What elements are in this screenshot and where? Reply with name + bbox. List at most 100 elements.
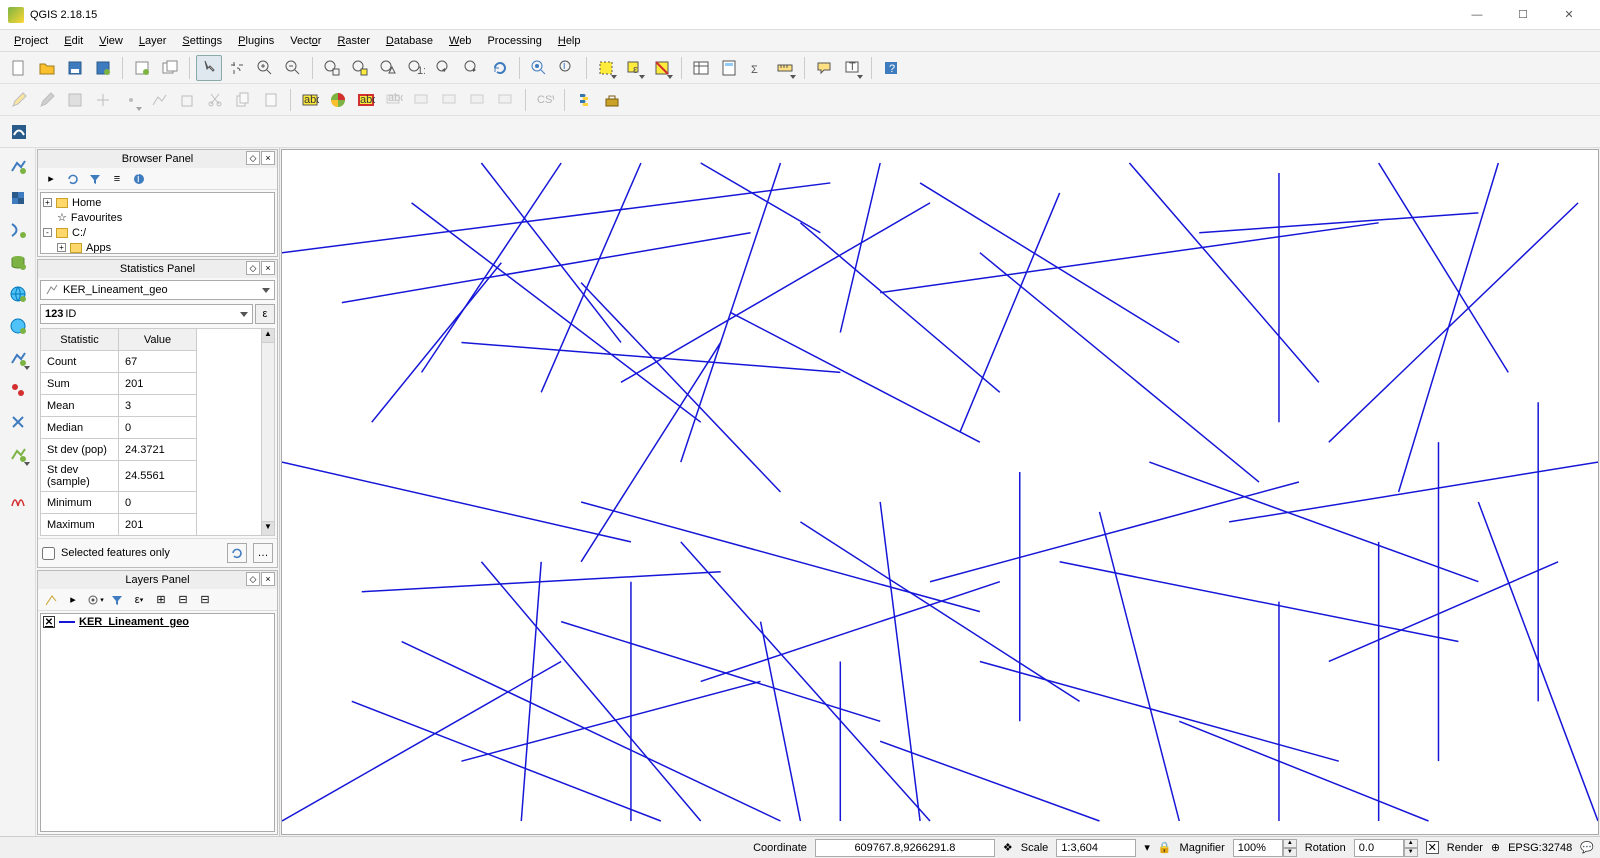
composer-manager-button[interactable] bbox=[157, 55, 183, 81]
save-project-button[interactable] bbox=[62, 55, 88, 81]
expand-icon[interactable]: + bbox=[43, 198, 52, 207]
menu-raster[interactable]: Raster bbox=[329, 33, 377, 49]
toggle-editing-button[interactable] bbox=[6, 87, 32, 113]
layers-tree[interactable]: ✕ KER_Lineament_geo bbox=[40, 613, 275, 832]
add-wms-button[interactable] bbox=[4, 280, 32, 308]
stats-row[interactable]: Sum201 bbox=[41, 373, 197, 395]
statistics-button[interactable]: Σ bbox=[744, 55, 770, 81]
add-feature-button[interactable] bbox=[90, 87, 116, 113]
zoom-to-selection-button[interactable] bbox=[347, 55, 373, 81]
menu-settings[interactable]: Settings bbox=[174, 33, 230, 49]
select-button[interactable] bbox=[593, 55, 619, 81]
cut-button[interactable] bbox=[202, 87, 228, 113]
zoom-native-button[interactable]: 1:1 bbox=[403, 55, 429, 81]
stats-row[interactable]: St dev (pop)24.3721 bbox=[41, 439, 197, 461]
stats-row[interactable]: Minimum0 bbox=[41, 492, 197, 514]
add-raster-button[interactable] bbox=[4, 184, 32, 212]
identify-features-button[interactable]: i bbox=[554, 55, 580, 81]
edit-button[interactable] bbox=[34, 87, 60, 113]
stats-header-stat[interactable]: Statistic bbox=[41, 329, 119, 351]
grass-button[interactable] bbox=[4, 486, 32, 514]
zoom-next-button[interactable] bbox=[459, 55, 485, 81]
save-edits-button[interactable] bbox=[62, 87, 88, 113]
show-label-button[interactable] bbox=[409, 87, 435, 113]
menu-database[interactable]: Database bbox=[378, 33, 441, 49]
highlight-label-button[interactable]: abc bbox=[353, 87, 379, 113]
measure-button[interactable] bbox=[772, 55, 798, 81]
tree-favourites[interactable]: Favourites bbox=[71, 212, 122, 224]
lock-icon[interactable]: 🔒 bbox=[1158, 841, 1172, 854]
filter-layers-icon[interactable] bbox=[108, 591, 126, 609]
pan-to-selection-button[interactable] bbox=[224, 55, 250, 81]
crs-icon[interactable]: ⊕ bbox=[1491, 841, 1500, 854]
python-console-button[interactable] bbox=[571, 87, 597, 113]
tree-home[interactable]: Home bbox=[72, 197, 101, 209]
stats-header-val[interactable]: Value bbox=[119, 329, 197, 351]
undock-icon[interactable]: ◇ bbox=[246, 151, 260, 165]
add-postgis-button[interactable] bbox=[4, 376, 32, 404]
add-mssql-button[interactable] bbox=[4, 408, 32, 436]
stats-row[interactable]: Maximum201 bbox=[41, 514, 197, 536]
tree-apps[interactable]: Apps bbox=[86, 242, 111, 254]
help-button[interactable]: ? bbox=[878, 55, 904, 81]
menu-plugins[interactable]: Plugins bbox=[230, 33, 282, 49]
extents-icon[interactable]: ❖ bbox=[1003, 841, 1013, 854]
selected-only-checkbox[interactable] bbox=[42, 547, 55, 560]
spin-down[interactable]: ▼ bbox=[1283, 848, 1297, 857]
add-layer-icon[interactable]: ▸ bbox=[42, 170, 60, 188]
layer-checkbox[interactable]: ✕ bbox=[43, 616, 55, 628]
undock-icon[interactable]: ◇ bbox=[246, 572, 260, 586]
add-spatialite-button[interactable] bbox=[4, 248, 32, 276]
select-by-expression-button[interactable]: ε bbox=[621, 55, 647, 81]
spin-down[interactable]: ▼ bbox=[1404, 848, 1418, 857]
abc-label-button[interactable]: abc bbox=[297, 87, 323, 113]
expression-button[interactable]: ε bbox=[255, 304, 275, 324]
expand-icon[interactable]: + bbox=[57, 243, 66, 252]
map-canvas[interactable] bbox=[281, 149, 1599, 835]
zoom-out-button[interactable] bbox=[280, 55, 306, 81]
rotate-label-button[interactable] bbox=[465, 87, 491, 113]
collapse-icon[interactable]: - bbox=[43, 228, 52, 237]
deselect-button[interactable] bbox=[649, 55, 675, 81]
save-as-button[interactable] bbox=[90, 55, 116, 81]
maximize-button[interactable]: ☐ bbox=[1500, 0, 1546, 30]
zoom-last-button[interactable] bbox=[431, 55, 457, 81]
delete-selected-button[interactable] bbox=[174, 87, 200, 113]
spin-up[interactable]: ▲ bbox=[1404, 839, 1418, 848]
close-panel-icon[interactable]: × bbox=[261, 151, 275, 165]
stats-row[interactable]: Count67 bbox=[41, 351, 197, 373]
map-tips-button[interactable] bbox=[811, 55, 837, 81]
stats-panel-header[interactable]: Statistics Panel ◇× bbox=[38, 260, 277, 278]
csw-button[interactable]: CSW bbox=[532, 87, 558, 113]
browser-tree[interactable]: +Home ☆Favourites -C:/ +Apps +Dell bbox=[40, 192, 275, 254]
expand-all-icon[interactable]: ⊞ bbox=[152, 591, 170, 609]
move-feature-button[interactable] bbox=[118, 87, 144, 113]
undock-icon[interactable]: ◇ bbox=[246, 261, 260, 275]
style-icon[interactable] bbox=[42, 591, 60, 609]
magnifier-field[interactable]: 100% bbox=[1233, 839, 1283, 857]
add-wcs-button[interactable] bbox=[4, 312, 32, 340]
tree-drive[interactable]: C:/ bbox=[72, 227, 86, 239]
add-group-icon[interactable]: ▸ bbox=[64, 591, 82, 609]
spin-up[interactable]: ▲ bbox=[1283, 839, 1297, 848]
expression-filter-icon[interactable]: ε▾ bbox=[130, 591, 148, 609]
remove-layer-icon[interactable]: ⊟ bbox=[196, 591, 214, 609]
stats-layer-combo[interactable]: KER_Lineament_geo bbox=[40, 280, 275, 300]
stats-field-combo[interactable]: 123 ID bbox=[40, 304, 253, 324]
diagram-button[interactable] bbox=[325, 87, 351, 113]
open-attribute-table-button[interactable] bbox=[688, 55, 714, 81]
paste-button[interactable] bbox=[258, 87, 284, 113]
identify-button[interactable] bbox=[526, 55, 552, 81]
close-button[interactable]: ✕ bbox=[1546, 0, 1592, 30]
stats-row[interactable]: Median0 bbox=[41, 417, 197, 439]
zoom-to-layer-button[interactable] bbox=[375, 55, 401, 81]
refresh-icon[interactable] bbox=[64, 170, 82, 188]
plugin-button[interactable] bbox=[6, 119, 32, 145]
menu-project[interactable]: Project bbox=[6, 33, 56, 49]
render-checkbox[interactable]: ✕ bbox=[1426, 841, 1439, 854]
coord-field[interactable]: 609767.8,9266291.8 bbox=[815, 839, 995, 857]
properties-icon[interactable]: i bbox=[130, 170, 148, 188]
zoom-in-button[interactable] bbox=[252, 55, 278, 81]
menu-vector[interactable]: Vector bbox=[282, 33, 329, 49]
close-panel-icon[interactable]: × bbox=[261, 572, 275, 586]
